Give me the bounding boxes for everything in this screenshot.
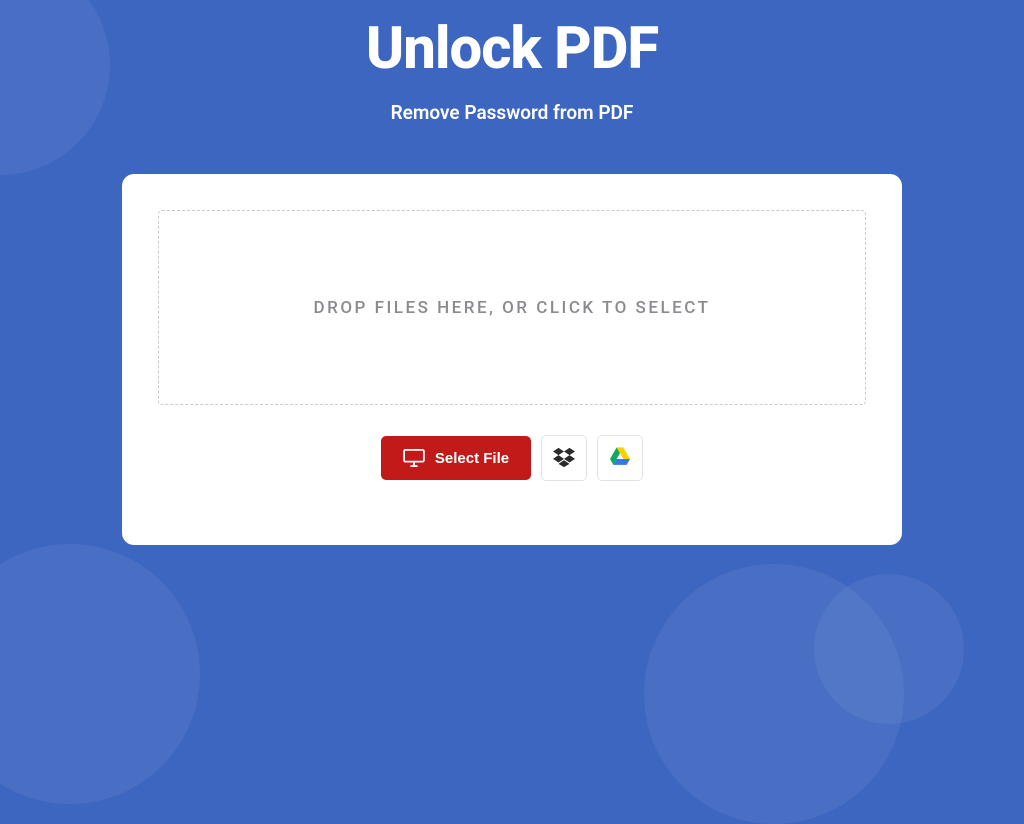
dropbox-button[interactable] [541, 435, 587, 481]
select-file-label: Select File [435, 450, 509, 467]
cloud-decoration [0, 0, 110, 175]
select-file-button[interactable]: Select File [381, 436, 531, 480]
dropbox-icon [553, 446, 575, 471]
button-row: Select File [158, 435, 866, 481]
upload-card: DROP FILES HERE, OR CLICK TO SELECT Sele… [122, 174, 902, 545]
drop-zone-label: DROP FILES HERE, OR CLICK TO SELECT [314, 298, 711, 318]
cloud-decoration [814, 574, 964, 724]
drop-zone[interactable]: DROP FILES HERE, OR CLICK TO SELECT [158, 210, 866, 405]
monitor-icon [403, 449, 425, 467]
cloud-decoration [0, 544, 200, 804]
google-drive-icon [610, 447, 630, 469]
google-drive-button[interactable] [597, 435, 643, 481]
